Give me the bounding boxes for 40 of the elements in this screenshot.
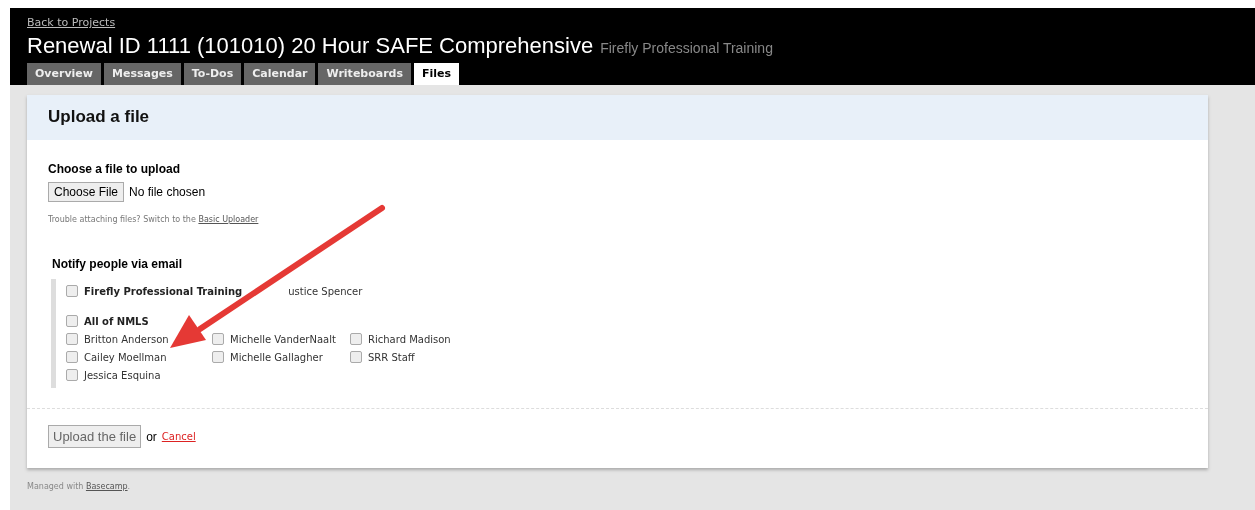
file-status: No file chosen bbox=[129, 185, 206, 199]
checkbox[interactable] bbox=[350, 351, 362, 363]
person-name: Britton Anderson bbox=[84, 333, 169, 345]
checkbox[interactable] bbox=[66, 351, 78, 363]
nav-tab[interactable]: To-Dos bbox=[183, 63, 242, 85]
card-title: Upload a file bbox=[27, 95, 1208, 140]
checkbox[interactable] bbox=[66, 333, 78, 345]
nav-tab[interactable]: Calendar bbox=[244, 63, 316, 85]
checkbox[interactable] bbox=[66, 285, 78, 297]
group-name: All of NMLS bbox=[84, 315, 149, 327]
upload-button[interactable]: Upload the file bbox=[48, 425, 142, 448]
project-title: Renewal ID 1111 (101010) 20 Hour SAFE Comprehensive bbox=[27, 33, 594, 59]
or-text: or bbox=[146, 429, 157, 444]
checkbox[interactable] bbox=[66, 315, 78, 327]
footer-text: Managed with Basecamp. bbox=[27, 482, 131, 491]
checkbox[interactable] bbox=[212, 351, 224, 363]
person-name: Cailey Moellman bbox=[84, 351, 167, 363]
person-name: ustice Spencer bbox=[288, 285, 363, 297]
notify-label: Notify people via email bbox=[52, 257, 184, 271]
group-name: Firefly Professional Training bbox=[84, 285, 243, 297]
basecamp-link[interactable]: Basecamp bbox=[85, 482, 128, 491]
nav-tab[interactable]: Messages bbox=[104, 63, 181, 85]
person-name: SRR Staff bbox=[368, 351, 415, 363]
checkbox[interactable] bbox=[212, 333, 224, 345]
checkbox[interactable] bbox=[350, 333, 362, 345]
company-name: Firefly Professional Training bbox=[600, 40, 773, 56]
nav-tab[interactable]: Writeboards bbox=[318, 63, 412, 85]
back-link[interactable]: Back to Projects bbox=[27, 16, 116, 29]
nav-tab[interactable]: Files bbox=[414, 63, 460, 85]
choose-label: Choose a file to upload bbox=[48, 162, 181, 176]
person-name: Richard Madison bbox=[368, 333, 451, 345]
cancel-link[interactable]: Cancel bbox=[161, 431, 196, 442]
nav-tab[interactable]: Overview bbox=[27, 63, 101, 85]
person-name: Jessica Esquina bbox=[84, 369, 161, 381]
trouble-text: Trouble attaching files? Switch to the bbox=[48, 215, 196, 224]
person-name: Michelle Gallagher bbox=[230, 351, 323, 363]
person-name: Michelle VanderNaalt bbox=[230, 333, 336, 345]
checkbox[interactable] bbox=[66, 369, 78, 381]
choose-file-button[interactable]: Choose File bbox=[48, 182, 125, 202]
basic-uploader-link[interactable]: Basic Uploader bbox=[198, 215, 259, 224]
